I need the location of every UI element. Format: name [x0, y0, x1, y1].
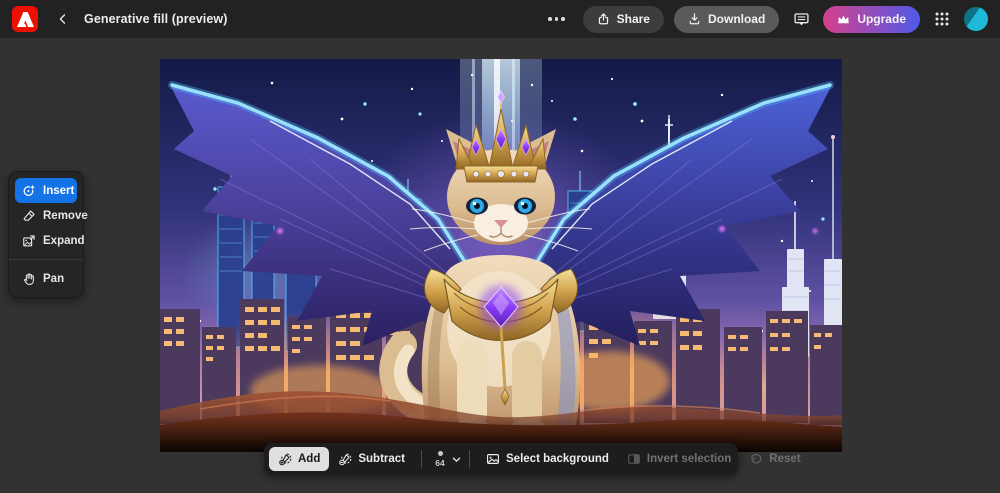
download-button-label: Download	[708, 12, 765, 26]
invert-selection-button[interactable]: Invert selection	[618, 447, 740, 471]
tool-pan[interactable]: Pan	[15, 266, 77, 291]
invert-selection-icon	[627, 452, 641, 466]
tool-remove-label: Remove	[43, 210, 88, 222]
toolbar-divider	[421, 450, 422, 468]
tool-pan-label: Pan	[43, 273, 64, 285]
share-button-label: Share	[617, 12, 650, 26]
hand-icon	[22, 272, 36, 286]
selection-toolbar: Add Subtract 64 Sele	[264, 443, 738, 475]
adobe-logo-icon[interactable]	[12, 6, 38, 32]
brush-size-dropdown[interactable]	[451, 447, 462, 471]
tool-remove[interactable]: Remove	[15, 203, 77, 228]
tools-panel: Insert Remove Expand Pan	[8, 171, 84, 298]
expand-icon	[22, 234, 36, 248]
brush-add-button[interactable]: Add	[269, 447, 329, 471]
tool-insert-label: Insert	[43, 185, 74, 197]
tool-insert[interactable]: Insert	[15, 178, 77, 203]
page-title: Generative fill (preview)	[84, 12, 228, 26]
upgrade-button[interactable]: Upgrade	[823, 6, 920, 33]
share-button[interactable]: Share	[583, 6, 664, 33]
reset-label: Reset	[769, 453, 800, 465]
feedback-icon[interactable]	[789, 7, 813, 31]
invert-selection-label: Invert selection	[647, 453, 731, 465]
download-icon	[688, 12, 701, 26]
brush-subtract-button[interactable]: Subtract	[329, 447, 414, 471]
avatar[interactable]	[964, 7, 988, 31]
brush-subtract-label: Subtract	[358, 453, 405, 465]
eraser-icon	[22, 209, 36, 223]
brush-size-dot-icon	[438, 451, 443, 456]
canvas-image[interactable]	[160, 59, 842, 452]
reset-button[interactable]: Reset	[740, 447, 809, 471]
download-button[interactable]: Download	[674, 6, 779, 33]
select-background-button[interactable]: Select background	[477, 447, 618, 471]
tool-expand-label: Expand	[43, 235, 85, 247]
brush-size-value: 64	[435, 459, 444, 468]
top-bar: Generative fill (preview) Share Download	[0, 0, 1000, 38]
share-icon	[597, 12, 610, 26]
brush-add-icon	[278, 452, 292, 466]
brush-add-label: Add	[298, 453, 320, 465]
panel-divider	[9, 259, 83, 260]
crown-icon	[837, 13, 850, 25]
apps-grid-icon[interactable]	[930, 7, 954, 31]
reset-icon	[749, 452, 763, 466]
generative-insert-icon	[22, 184, 36, 198]
back-button[interactable]	[52, 8, 74, 30]
select-background-label: Select background	[506, 453, 609, 465]
toolbar-divider	[469, 450, 470, 468]
brush-size-indicator[interactable]: 64	[429, 451, 451, 468]
tool-expand[interactable]: Expand	[15, 228, 77, 253]
brush-subtract-icon	[338, 452, 352, 466]
image-icon	[486, 452, 500, 466]
upgrade-button-label: Upgrade	[857, 12, 906, 26]
more-options-button[interactable]	[544, 11, 569, 27]
